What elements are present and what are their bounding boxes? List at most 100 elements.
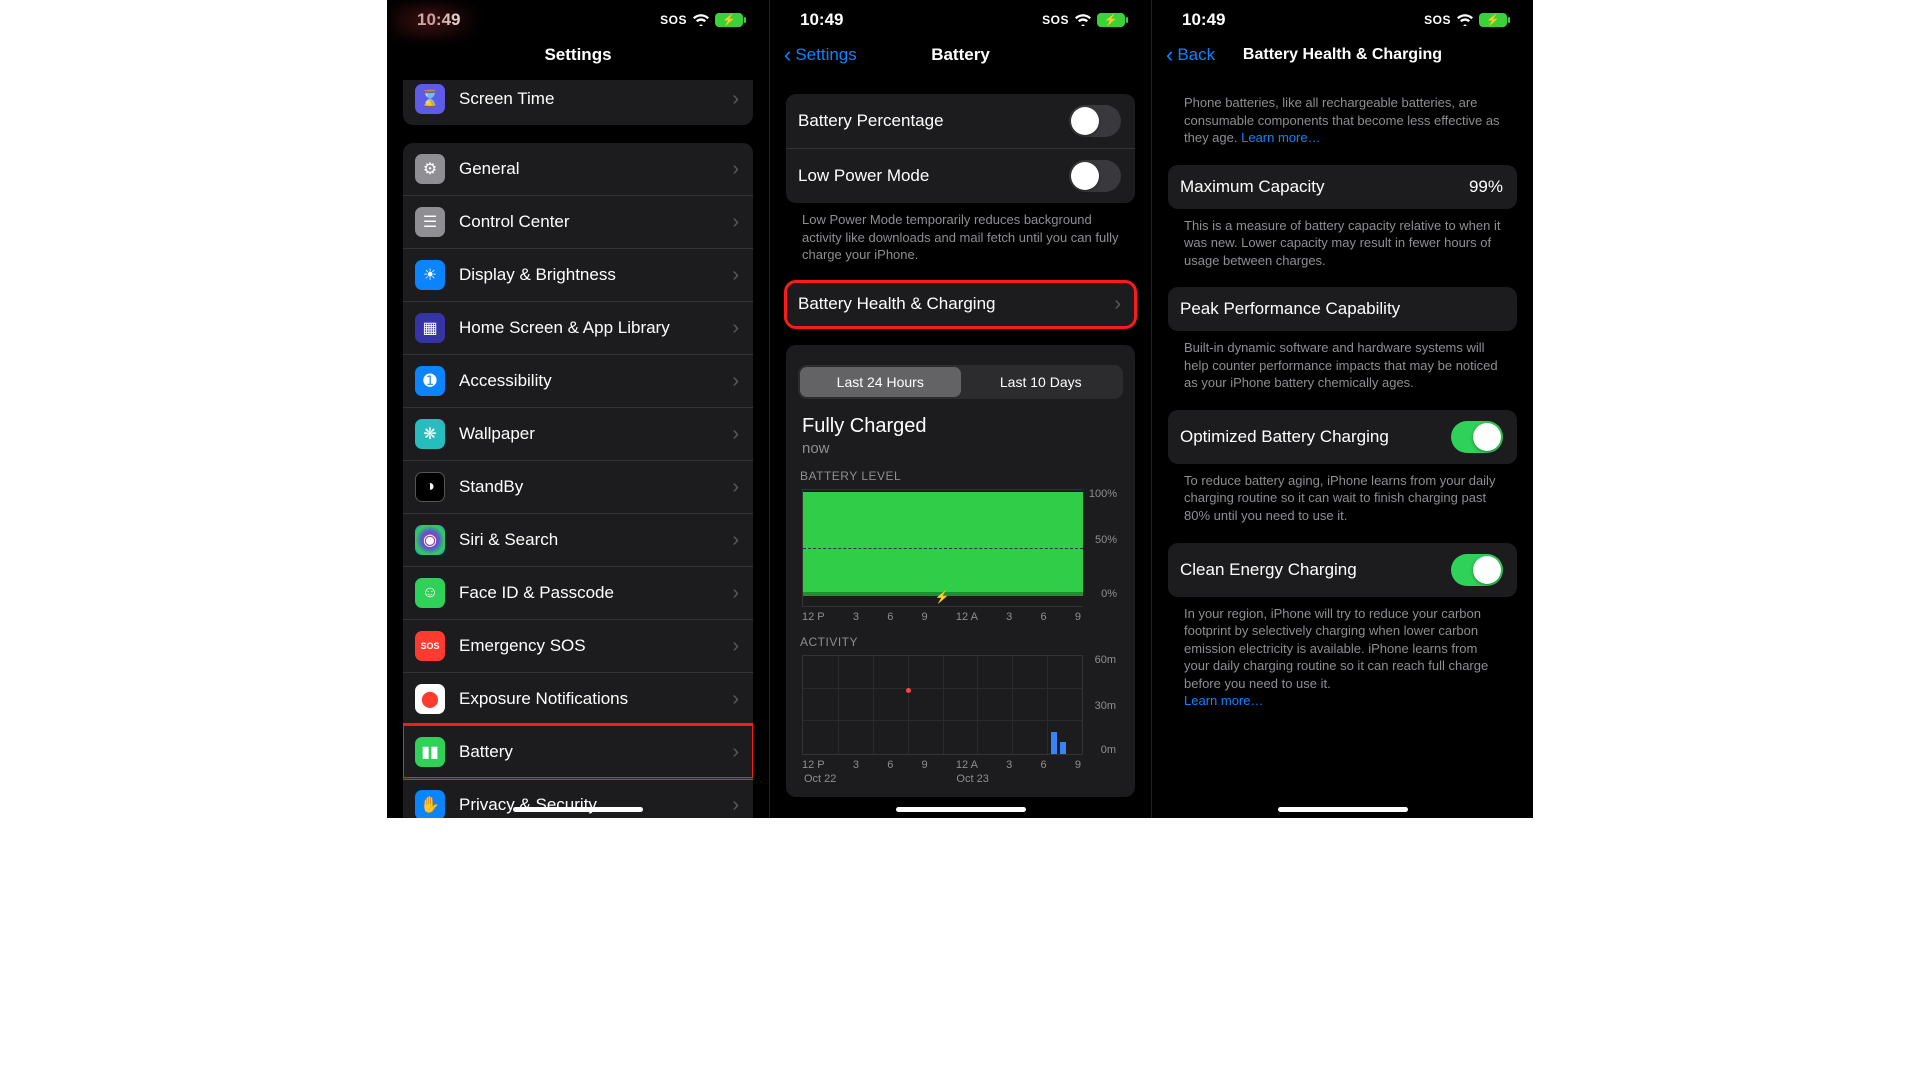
row-label: Optimized Battery Charging bbox=[1180, 427, 1451, 447]
xtick: 3 bbox=[853, 759, 859, 771]
settings-item-face-id-passcode[interactable]: ☺Face ID & Passcode› bbox=[403, 566, 753, 619]
general-icon: ⚙ bbox=[415, 154, 445, 184]
chevron-right-icon: › bbox=[732, 741, 739, 764]
display-icon: ☀ bbox=[415, 260, 445, 290]
segment-24h[interactable]: Last 24 Hours bbox=[800, 367, 961, 397]
settings-item-control-center[interactable]: ☰Control Center› bbox=[403, 195, 753, 248]
row-label: Home Screen & App Library bbox=[459, 318, 732, 338]
page-title: Battery Health & Charging bbox=[1243, 46, 1442, 64]
xtick: 12 P bbox=[802, 611, 825, 623]
ylabel-50: 50% bbox=[1095, 534, 1117, 546]
xtick: 12 P bbox=[802, 759, 825, 771]
home-indicator[interactable] bbox=[896, 807, 1026, 812]
sos-indicator: SOS bbox=[1424, 13, 1451, 27]
chevron-right-icon: › bbox=[732, 423, 739, 446]
peak-performance-group: Peak Performance Capability bbox=[1168, 287, 1517, 331]
row-label: Screen Time bbox=[459, 89, 732, 109]
battery-charging-icon: ⚡ bbox=[1479, 13, 1507, 27]
toggle-optimized-charging[interactable] bbox=[1451, 421, 1503, 453]
optimized-battery-charging-row[interactable]: Optimized Battery Charging bbox=[1168, 410, 1517, 464]
chevron-right-icon: › bbox=[732, 529, 739, 552]
date-right: Oct 23 bbox=[956, 773, 988, 785]
toggle-low-power-mode[interactable] bbox=[1069, 160, 1121, 192]
clean-energy-charging-row[interactable]: Clean Energy Charging bbox=[1168, 543, 1517, 597]
standby-icon: ◑ bbox=[415, 472, 445, 502]
max-capacity-note: This is a measure of battery capacity re… bbox=[1168, 209, 1517, 270]
back-button[interactable]: ‹ Settings bbox=[784, 42, 857, 68]
segmented-time-range[interactable]: Last 24 Hours Last 10 Days bbox=[798, 365, 1123, 399]
intro-note: Phone batteries, like all rechargeable b… bbox=[1168, 80, 1517, 147]
toggle-clean-energy[interactable] bbox=[1451, 554, 1503, 586]
settings-item-wallpaper[interactable]: ❋ Wallpaper› bbox=[403, 407, 753, 460]
charging-bolt-icon: ⚡ bbox=[935, 590, 950, 604]
settings-item-screen-time[interactable]: ⌛ Screen Time › bbox=[403, 80, 753, 125]
settings-item-privacy-security[interactable]: ✋Privacy & Security› bbox=[403, 778, 753, 818]
settings-item-standby[interactable]: ◑StandBy› bbox=[403, 460, 753, 513]
settings-item-home-screen-app-library[interactable]: ▦Home Screen & App Library› bbox=[403, 301, 753, 354]
home-indicator[interactable] bbox=[513, 807, 643, 812]
low-power-mode-row[interactable]: Low Power Mode bbox=[786, 148, 1135, 203]
phone-settings: 10:49 SOS ⚡ Settings ⌛ Screen Time › ⚙Ge… bbox=[387, 0, 769, 818]
settings-item-battery[interactable]: ▮▮Battery› bbox=[403, 725, 753, 778]
row-label: Wallpaper bbox=[459, 424, 732, 444]
date-left: Oct 22 bbox=[804, 773, 836, 785]
back-button[interactable]: ‹ Back bbox=[1166, 42, 1215, 68]
toggle-battery-percentage[interactable] bbox=[1069, 105, 1121, 137]
ylabel-100: 100% bbox=[1089, 488, 1117, 500]
activity-xaxis: 12 P36912 A369 bbox=[802, 755, 1083, 771]
chevron-right-icon: › bbox=[732, 635, 739, 658]
row-label: Display & Brightness bbox=[459, 265, 732, 285]
status-time: 10:49 bbox=[800, 10, 843, 30]
phone-battery-health: 10:49 SOS ⚡ ‹ Back Battery Health & Char… bbox=[1151, 0, 1533, 818]
battery-health-charging-row[interactable]: Battery Health & Charging › bbox=[786, 282, 1135, 327]
battery-icon: ▮▮ bbox=[415, 737, 445, 767]
max-capacity-row[interactable]: Maximum Capacity 99% bbox=[1168, 165, 1517, 209]
xtick: 3 bbox=[1006, 759, 1012, 771]
activity-marker bbox=[906, 688, 911, 693]
settings-group-main: ⚙General›☰Control Center› ☀ Display & Brig… bbox=[403, 143, 753, 818]
hourglass-icon: ⌛ bbox=[415, 84, 445, 114]
row-label: Accessibility bbox=[459, 371, 732, 391]
wallpaper-icon: ❋ bbox=[415, 419, 445, 449]
full-charge-sub: now bbox=[802, 438, 1119, 457]
battery-percentage-row[interactable]: Battery Percentage bbox=[786, 94, 1135, 148]
xtick: 6 bbox=[887, 611, 893, 623]
activity-bar bbox=[1060, 742, 1066, 754]
row-label: Exposure Notifications bbox=[459, 689, 732, 709]
settings-item-display-brightness[interactable]: ☀ Display & Brightness› bbox=[403, 248, 753, 301]
row-label: Battery Health & Charging bbox=[798, 294, 1114, 314]
chevron-right-icon: › bbox=[732, 582, 739, 605]
face-icon: ☺ bbox=[415, 578, 445, 608]
settings-item-emergency-sos[interactable]: SOSEmergency SOS› bbox=[403, 619, 753, 672]
settings-item-accessibility[interactable]: ➊Accessibility› bbox=[403, 354, 753, 407]
status-time: 10:49 bbox=[1182, 10, 1225, 30]
privacy-icon: ✋ bbox=[415, 790, 445, 818]
settings-item-siri-search[interactable]: ◉Siri & Search› bbox=[403, 513, 753, 566]
row-label: Control Center bbox=[459, 212, 732, 232]
row-label: StandBy bbox=[459, 477, 732, 497]
segment-10d[interactable]: Last 10 Days bbox=[961, 367, 1122, 397]
chevron-right-icon: › bbox=[732, 264, 739, 287]
settings-item-general[interactable]: ⚙General› bbox=[403, 143, 753, 195]
row-label: Clean Energy Charging bbox=[1180, 560, 1451, 580]
battery-level-heading: BATTERY LEVEL bbox=[798, 457, 1123, 489]
phone-battery: 10:49 SOS ⚡ ‹ Settings Battery Battery P… bbox=[769, 0, 1151, 818]
settings-item-exposure-notifications[interactable]: ⬤Exposure Notifications› bbox=[403, 672, 753, 725]
learn-more-link[interactable]: Learn more… bbox=[1184, 693, 1263, 708]
chevron-right-icon: › bbox=[732, 158, 739, 181]
activity-bar bbox=[1051, 732, 1057, 754]
ylabel-0: 0% bbox=[1101, 588, 1117, 600]
nav-bar: ‹ Back Battery Health & Charging bbox=[1152, 34, 1533, 76]
activity-heading: ACTIVITY bbox=[798, 623, 1123, 655]
status-bar: 10:49 SOS ⚡ bbox=[1152, 0, 1533, 34]
cec-group: Clean Energy Charging bbox=[1168, 543, 1517, 597]
row-label: Maximum Capacity bbox=[1180, 177, 1469, 197]
learn-more-link[interactable]: Learn more… bbox=[1241, 130, 1320, 145]
activity-chart: 60m 30m 0m bbox=[802, 655, 1083, 755]
emergency-icon: SOS bbox=[415, 631, 445, 661]
peak-performance-row[interactable]: Peak Performance Capability bbox=[1168, 287, 1517, 331]
home-indicator[interactable] bbox=[1278, 807, 1408, 812]
max-capacity-group: Maximum Capacity 99% bbox=[1168, 165, 1517, 209]
xtick: 9 bbox=[1075, 611, 1081, 623]
nav-bar: Settings bbox=[387, 34, 769, 76]
